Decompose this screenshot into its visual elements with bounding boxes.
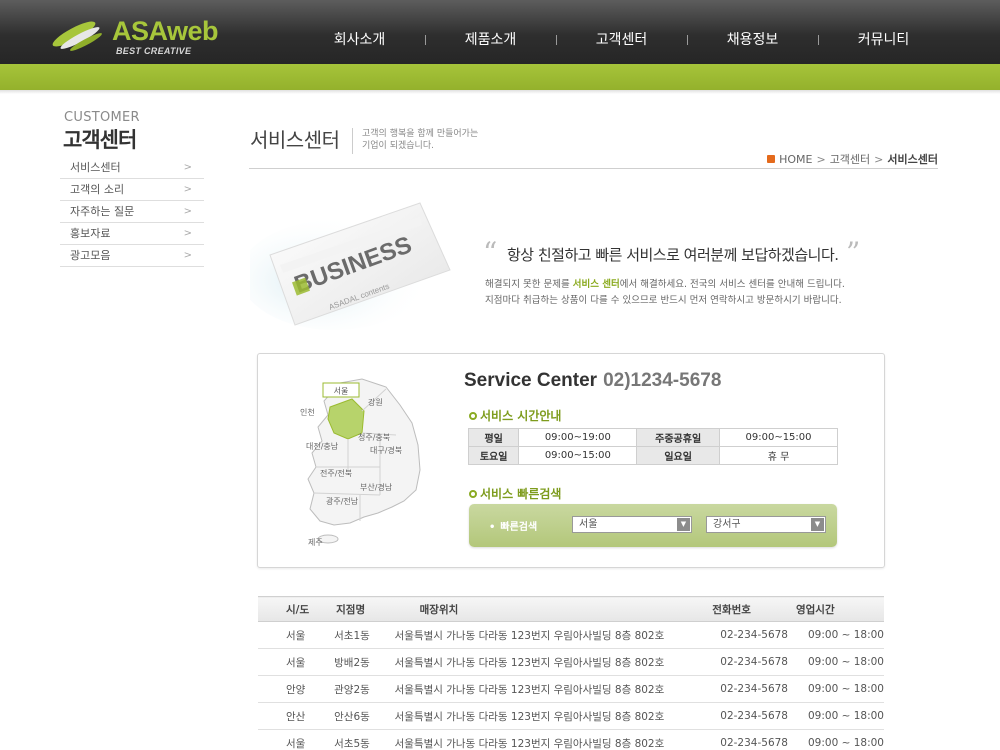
service-center-title: Service Center 02)1234-5678 (464, 370, 722, 391)
col-phone: 전화번호 (700, 596, 788, 622)
svg-text:부산/경남: 부산/경남 (360, 482, 393, 492)
chevron-right-icon: > (183, 162, 192, 173)
service-hours-table: 평일 09:00~19:00 주중공휴일 09:00~15:00 토요일 09:… (467, 428, 838, 465)
chevron-right-icon: > (183, 250, 192, 261)
breadcrumb-parent[interactable]: 고객센터 (830, 151, 870, 167)
region-select[interactable]: 서울 ▼ (572, 516, 692, 533)
table-row[interactable]: 안산 안산6동 서울특별시 가나동 다라동 123번지 우림아사빌딩 8층 80… (258, 702, 884, 730)
main-nav: 회사소개 제품소개 고객센터 채용정보 커뮤니티 (294, 28, 949, 52)
brand-tagline: BEST CREATIVE (116, 46, 192, 56)
svg-text:청주/충북: 청주/충북 (358, 433, 390, 442)
col-hours: 영업시간 (787, 596, 884, 622)
svg-text:제주: 제주 (308, 538, 323, 547)
chevron-right-icon: > (183, 206, 192, 217)
col-location: 매장위치 (392, 596, 701, 622)
open-quote-icon: “ (483, 236, 498, 269)
quick-search-panel: 빠른검색 서울 ▼ 강서구 ▼ (469, 504, 837, 547)
dropdown-arrow-icon: ▼ (677, 518, 690, 531)
table-row[interactable]: 서울 서초5동 서울특별시 가나동 다라동 123번지 우림아사빌딩 8층 80… (258, 729, 884, 750)
breadcrumb-current: 서비스센터 (887, 153, 938, 166)
hours-heading: 서비스 시간안내 (469, 407, 561, 424)
table-row[interactable]: 서울 방배2동 서울특별시 가나동 다라동 123번지 우림아사빌딩 8층 80… (258, 648, 884, 676)
branch-table: 시/도 지점명 매장위치 전화번호 영업시간 서울 서초1동 서울특별시 가나동… (258, 596, 884, 750)
table-header-row: 시/도 지점명 매장위치 전화번호 영업시간 (258, 596, 884, 622)
sidebar-item-customer-voice[interactable]: 고객의 소리 > (60, 179, 204, 201)
business-card-image: BUSINESS ASADAL contents (250, 202, 451, 330)
close-quote-icon: ” (846, 236, 861, 269)
bullet-icon (469, 489, 477, 498)
sidebar-item-faq[interactable]: 자주하는 질문 > (60, 201, 204, 223)
service-phone: 02)1234-5678 (603, 370, 722, 391)
svg-text:대전/충남: 대전/충남 (306, 441, 339, 451)
quick-search-label: 빠른검색 (489, 518, 537, 533)
sidebar-item-ads[interactable]: 광고모음 > (60, 245, 204, 267)
chevron-right-icon: > (183, 184, 192, 195)
sidebar-item-service-center[interactable]: 서비스센터 > (60, 157, 204, 179)
col-region: 시/도 (258, 596, 335, 622)
nav-products[interactable]: 제품소개 (425, 28, 556, 52)
sidebar-title-en: CUSTOMER (64, 110, 140, 125)
svg-text:전주/전북: 전주/전북 (320, 468, 352, 478)
brand-name: ASAweb (112, 16, 219, 46)
nav-company[interactable]: 회사소개 (294, 28, 425, 52)
table-row: 평일 09:00~19:00 주중공휴일 09:00~15:00 (467, 428, 838, 447)
sidebar-menu: 서비스센터 > 고객의 소리 > 자주하는 질문 > 홍보자료 > 광고모음 > (60, 157, 204, 267)
slogan: 항상 친절하고 빠른 서비스로 여러분께 보답하겠습니다. (507, 246, 839, 264)
nav-recruit[interactable]: 채용정보 (687, 28, 818, 52)
chevron-right-icon: > (183, 228, 192, 239)
breadcrumb-home[interactable]: HOME (779, 153, 812, 166)
district-select[interactable]: 강서구 ▼ (706, 516, 826, 533)
top-header: ASAweb BEST CREATIVE 회사소개 제품소개 고객센터 채용정보… (0, 0, 1000, 64)
brand-logo[interactable]: ASAweb BEST CREATIVE (50, 14, 240, 58)
bullet-icon (469, 411, 477, 420)
home-icon (767, 155, 776, 163)
svg-text:인천: 인천 (300, 407, 315, 417)
breadcrumb: HOME > 고객센터 > 서비스센터 (767, 151, 938, 167)
dropdown-arrow-icon: ▼ (811, 518, 824, 531)
table-row: 토요일 09:00~15:00 일요일 휴 무 (467, 446, 838, 465)
table-row[interactable]: 서울 서초1동 서울특별시 가나동 다라동 123번지 우림아사빌딩 8층 80… (258, 621, 884, 649)
svg-text:광주/전남: 광주/전남 (326, 496, 359, 506)
col-branch: 지점명 (334, 596, 393, 622)
quick-search-heading: 서비스 빠른검색 (469, 485, 561, 502)
sidebar-item-pr[interactable]: 홍보자료 > (60, 223, 204, 245)
nav-customer[interactable]: 고객센터 (556, 28, 687, 52)
nav-community[interactable]: 커뮤니티 (818, 28, 949, 52)
page-title: 서비스센터 (250, 128, 340, 152)
slogan-description: 해결되지 못한 문제를 서비스 센터에서 해결하세요. 전국의 서비스 센터를 … (485, 279, 845, 306)
page-description: 고객의 행복을 함께 만들어가는 기업이 되겠습니다. (352, 128, 478, 154)
sidebar-title: 고객센터 (63, 128, 137, 152)
title-divider (249, 168, 938, 169)
svg-text:강원: 강원 (368, 397, 383, 407)
table-row[interactable]: 안양 관양2동 서울특별시 가나동 다라동 123번지 우림아사빌딩 8층 80… (258, 675, 884, 703)
leaf-logo-icon (52, 21, 102, 51)
svg-text:대구/경북: 대구/경북 (370, 445, 402, 455)
korea-map: 서울 인천 강원 청주/충북 대전/충남 대구/경북 전주/전북 부산/경남 광… (300, 378, 421, 547)
svg-text:서울: 서울 (334, 387, 349, 396)
sub-nav-bar (0, 64, 1000, 94)
